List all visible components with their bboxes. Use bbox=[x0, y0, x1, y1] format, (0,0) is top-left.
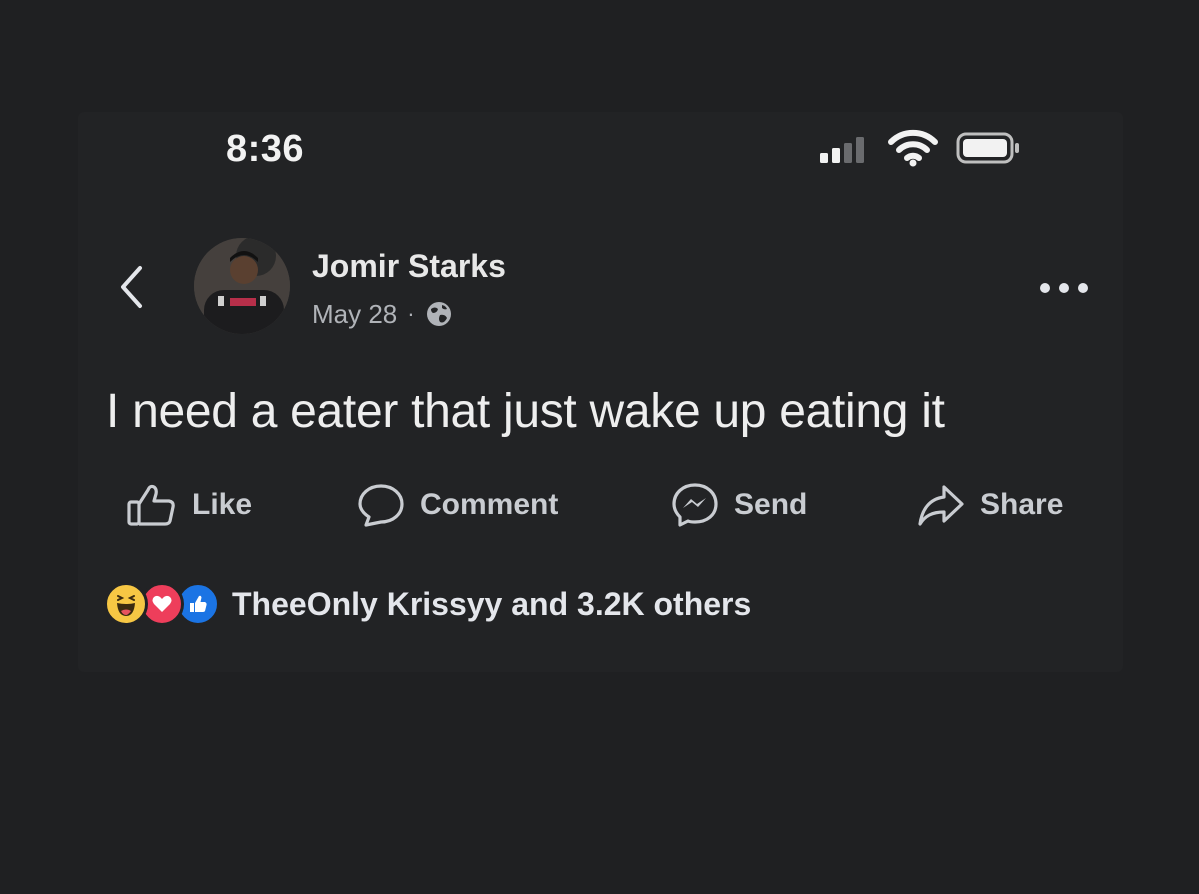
like-button[interactable]: Like bbox=[126, 480, 252, 530]
post-meta: May 28 · bbox=[312, 296, 453, 332]
post-date[interactable]: May 28 bbox=[312, 299, 397, 330]
more-options-button[interactable] bbox=[1040, 280, 1088, 296]
reactions-text: TheeOnly Krissyy and 3.2K others bbox=[232, 585, 752, 622]
signal-icon bbox=[820, 137, 864, 163]
share-label: Share bbox=[980, 488, 1064, 521]
haha-icon bbox=[104, 582, 148, 626]
send-button[interactable]: Send bbox=[670, 480, 807, 530]
reaction-icons bbox=[104, 582, 220, 626]
battery-icon bbox=[956, 132, 1019, 164]
author-avatar[interactable] bbox=[194, 238, 290, 334]
meta-separator: · bbox=[407, 301, 415, 326]
comment-bubble-icon bbox=[358, 484, 404, 527]
status-time: 8:36 bbox=[226, 128, 305, 170]
like-label: Like bbox=[192, 488, 253, 521]
author-name[interactable]: Jomir Starks bbox=[312, 248, 506, 285]
messenger-icon bbox=[672, 483, 718, 527]
share-arrow-icon bbox=[918, 485, 964, 526]
dot-icon bbox=[1059, 283, 1069, 293]
comment-button[interactable]: Comment bbox=[356, 480, 558, 530]
thumbs-up-icon bbox=[127, 484, 175, 526]
comment-label: Comment bbox=[420, 488, 559, 521]
back-chevron-icon[interactable] bbox=[114, 262, 148, 312]
dot-icon bbox=[1040, 283, 1050, 293]
reactions-summary[interactable]: TheeOnly Krissyy and 3.2K others bbox=[104, 582, 751, 626]
avatar-image bbox=[194, 238, 290, 334]
dot-icon bbox=[1078, 283, 1088, 293]
share-button[interactable]: Share bbox=[916, 480, 1063, 530]
post-text: I need a eater that just wake up eating … bbox=[106, 385, 945, 438]
facebook-post-screen: 8:36 Jomir Starks May 28 · I need a eate… bbox=[0, 0, 1199, 894]
wifi-icon bbox=[888, 129, 938, 167]
send-label: Send bbox=[734, 488, 808, 521]
globe-icon bbox=[426, 302, 451, 326]
